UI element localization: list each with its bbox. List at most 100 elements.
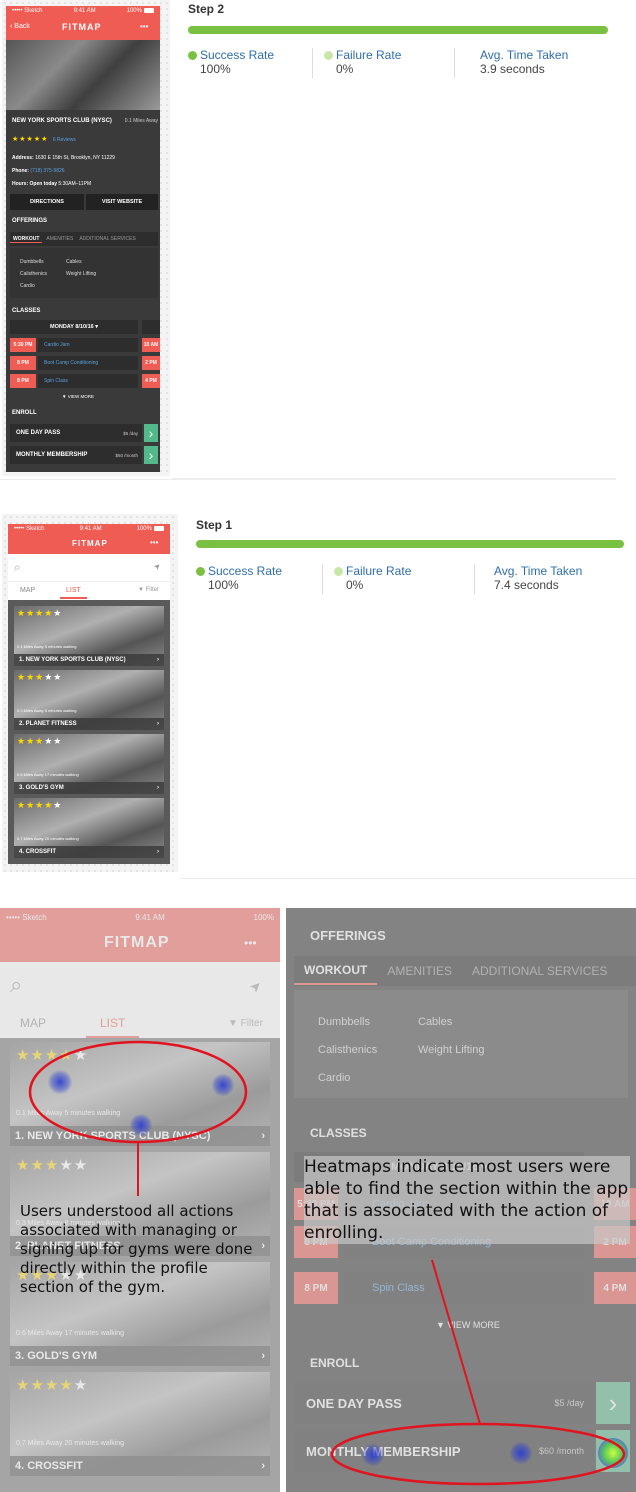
directions-button[interactable]: DIRECTIONS xyxy=(10,194,84,210)
gym-name-bar: 4. CROSSFIT › xyxy=(14,846,164,858)
battery-icon xyxy=(143,7,154,13)
gym-name-bar: 3. GOLD'S GYM › xyxy=(14,782,164,794)
address-value: 1630 E 15th St, Brooklyn, NY 11229 xyxy=(35,155,115,161)
offering-item: Calisthenics xyxy=(20,271,47,277)
gym-name: NEW YORK SPORTS CLUB (NYSC) xyxy=(12,118,112,124)
gym-contact: Address: 1630 E 15th St, Brooklyn, NY 11… xyxy=(12,152,158,191)
visit-website-button[interactable]: VISIT WEBSITE xyxy=(86,194,158,210)
step2-avg-time: Avg. Time Taken 3.9 seconds xyxy=(466,48,568,76)
tab-workout[interactable]: WORKOUT xyxy=(10,236,43,243)
list-item[interactable]: ★★★★★ 0.7 Miles Away 20 minutes walking … xyxy=(14,798,164,858)
success-rate-value: 100% xyxy=(208,578,239,592)
heatmap-right-panel: OFFERINGS WORKOUT AMENITIES ADDITIONAL S… xyxy=(286,908,636,1492)
gym-distance: 0.1 Miles Away xyxy=(124,118,158,124)
enroll-monthly-membership[interactable]: MONTHLY MEMBERSHIP $60 /month xyxy=(10,446,142,464)
offering-item: Weight Lifting xyxy=(66,271,97,277)
gym-photo xyxy=(6,40,160,110)
class-time-right: 10 AM xyxy=(142,338,160,352)
enroll-arrow-icon[interactable]: › xyxy=(144,446,158,464)
map-list-tabs: MAP LIST ▼ Filter xyxy=(8,582,170,600)
list-item[interactable]: ★★★★★ 0.1 Miles Away 5 minutes walking 1… xyxy=(14,606,164,666)
detail-phone: ••••• Sketch 9:41 AM 100% ‹ Back FITMAP … xyxy=(6,6,160,472)
time-label: 9:41 AM xyxy=(73,8,96,14)
offering-item: Cables xyxy=(66,259,82,265)
gym-walk-info: 0.3 Miles Away 8 minutes walking xyxy=(17,708,77,713)
app-title: FITMAP xyxy=(62,22,102,32)
divider xyxy=(322,564,323,594)
heatmap-annotation-overlay xyxy=(28,1040,248,1196)
view-more-link[interactable]: ▼ VIEW MORE xyxy=(62,394,94,399)
class-name-link[interactable]: Boot Camp Conditioning xyxy=(38,356,138,370)
class-time: 8 PM xyxy=(10,356,36,370)
address-label: Address: xyxy=(12,155,34,161)
offering-item: Dumbbells xyxy=(20,259,44,265)
gym-list: ★★★★★ 0.1 Miles Away 5 minutes walking 1… xyxy=(8,600,170,864)
divider xyxy=(454,48,455,78)
tab-list[interactable]: LIST xyxy=(60,587,87,599)
failure-rate-value: 0% xyxy=(336,62,354,76)
rating-stars: ★★★★★ xyxy=(12,136,49,143)
location-arrow-icon[interactable]: ➤ xyxy=(152,561,163,572)
time-label: 9:41 AM xyxy=(79,526,102,532)
more-menu-icon[interactable]: ••• xyxy=(140,22,148,31)
annotation-highlight-ellipse xyxy=(28,1040,248,1144)
rating-stars: ★★★ xyxy=(17,672,45,682)
list-item[interactable]: ★★★★★ 0.6 Miles Away 17 minutes walking … xyxy=(14,734,164,794)
status-bar: ••••• Sketch 9:41 AM 100% xyxy=(8,524,170,534)
offerings-tabs: WORKOUT AMENITIES ADDITIONAL SERVICES xyxy=(10,232,158,246)
step2-success-rate: Success Rate 100% xyxy=(188,48,274,76)
chevron-right-icon: › xyxy=(157,721,159,727)
list-item[interactable]: ★★★★★ 0.3 Miles Away 8 minutes walking 2… xyxy=(14,670,164,730)
battery-indicator: 100% xyxy=(137,525,164,532)
chevron-right-icon: › xyxy=(157,849,159,855)
divider xyxy=(172,478,616,479)
class-name-link[interactable]: Cardio Jam xyxy=(38,338,138,352)
hours-label: Hours: Open today xyxy=(12,181,58,187)
reviews-link[interactable]: 6 Reviews xyxy=(53,137,76,143)
back-button[interactable]: ‹ Back xyxy=(10,23,30,30)
enroll-item-price: $60 /month xyxy=(115,452,138,458)
rating-stars: ★★★★ xyxy=(17,800,54,810)
gym-name-bar: 1. NEW YORK SPORTS CLUB (NYSC) › xyxy=(14,654,164,666)
search-icon[interactable]: ⌕ xyxy=(14,560,21,575)
annotation-highlight-ellipse xyxy=(330,1422,626,1486)
class-time-right: 2 PM xyxy=(142,356,160,370)
enroll-arrow-icon[interactable]: › xyxy=(144,424,158,442)
enroll-title: ENROLL xyxy=(12,410,37,416)
enroll-one-day-pass[interactable]: ONE DAY PASS $5 /day xyxy=(10,424,142,442)
search-bar[interactable]: ⌕ ➤ xyxy=(8,554,170,582)
status-bar: ••••• Sketch 9:41 AM 100% xyxy=(6,6,160,16)
chevron-down-icon: ▾ xyxy=(95,324,98,330)
divider xyxy=(474,564,475,594)
app-header: ‹ Back FITMAP ••• xyxy=(6,16,160,40)
carrier-label: ••••• Sketch xyxy=(14,526,45,532)
step2-title: Step 2 xyxy=(188,2,225,16)
classes-date-selector[interactable]: MONDAY 8/10/16 ▾ xyxy=(10,320,138,334)
avg-time-value: 3.9 seconds xyxy=(480,62,545,76)
hours-value: 5:30AM–11PM xyxy=(58,181,92,187)
step2-progress-track xyxy=(188,26,608,34)
gym-name-bar: 2. PLANET FITNESS › xyxy=(14,718,164,730)
offerings-title: OFFERINGS xyxy=(12,218,48,224)
step1-section: ••••• Sketch 9:41 AM 100% FITMAP ••• ⌕ ➤… xyxy=(0,510,636,882)
tab-amenities[interactable]: AMENITIES xyxy=(42,236,77,242)
gym-walk-info: 0.7 Miles Away 20 minutes walking xyxy=(17,836,79,841)
phone-link[interactable]: (718) 375-9826 xyxy=(30,168,64,174)
class-name-link[interactable]: Spin Class xyxy=(38,374,138,388)
class-time: 8 PM xyxy=(10,374,36,388)
filter-button[interactable]: ▼ Filter xyxy=(138,587,159,593)
phone-label: Phone: xyxy=(12,168,29,174)
more-menu-icon[interactable]: ••• xyxy=(150,538,158,547)
step1-failure-rate: Failure Rate 0% xyxy=(334,564,411,592)
classes-date-next[interactable] xyxy=(142,320,160,334)
offerings-list: Dumbbells Calisthenics Cardio Cables Wei… xyxy=(10,248,158,298)
tab-map[interactable]: MAP xyxy=(20,587,35,594)
rating-stars: ★★★★ xyxy=(17,608,54,618)
class-time-right: 4 PM xyxy=(142,374,160,388)
app-header: FITMAP ••• xyxy=(8,534,170,554)
success-dot-icon xyxy=(188,51,197,60)
enroll-item-price: $5 /day xyxy=(123,430,138,436)
step1-progress-bar xyxy=(196,540,624,548)
heatmap-left-annotation: Users understood all actions associated … xyxy=(20,1202,253,1296)
tab-additional-services[interactable]: ADDITIONAL SERVICES xyxy=(77,236,137,242)
